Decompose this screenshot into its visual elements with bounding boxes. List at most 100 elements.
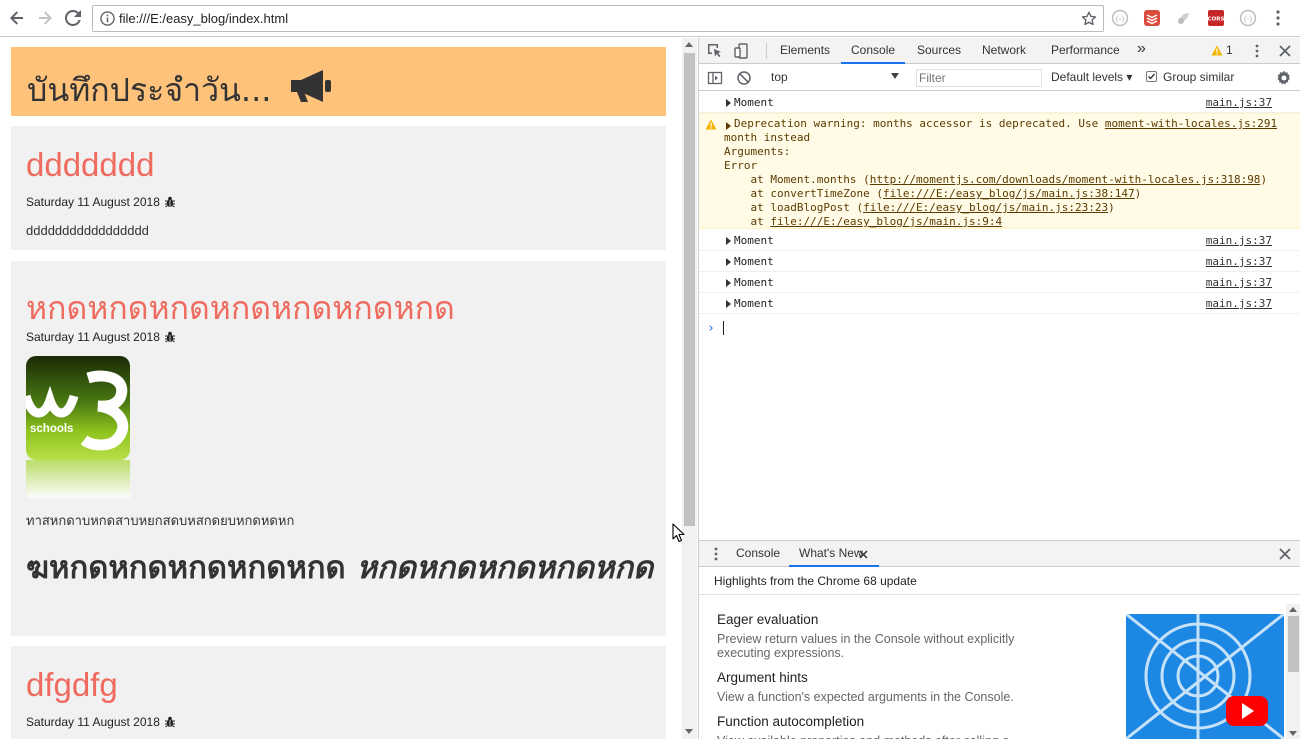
post-heading-italic: หกดหกดหกดหกดหกด	[356, 550, 654, 586]
reload-button[interactable]	[62, 7, 84, 29]
drawer-scrollbar[interactable]	[1286, 604, 1300, 739]
bug-icon	[164, 196, 175, 208]
svg-text:CORS: CORS	[1208, 17, 1225, 23]
stack-link[interactable]: http://momentjs.com/downloads/moment-wit…	[870, 173, 1261, 186]
drawer-tab-console[interactable]: Console	[736, 541, 780, 567]
stack-link[interactable]: file:///E:/easy_blog/js/main.js:23:23	[863, 201, 1108, 214]
warning-counter[interactable]: 1	[1211, 43, 1233, 57]
chevron-down-icon[interactable]	[891, 73, 899, 79]
source-link[interactable]: main.js:37	[1206, 234, 1272, 247]
expand-triangle-icon[interactable]	[726, 122, 731, 130]
source-link[interactable]: main.js:37	[1206, 255, 1272, 268]
more-tabs-button[interactable]: »	[1137, 36, 1146, 62]
expand-triangle-icon[interactable]	[726, 258, 731, 266]
tab-console[interactable]: Console	[841, 38, 906, 64]
todoist-extension-icon[interactable]	[1143, 9, 1161, 27]
video-thumbnail[interactable]	[1126, 614, 1284, 739]
source-link[interactable]: main.js:37	[1206, 96, 1272, 109]
close-tab-icon[interactable]	[859, 550, 868, 559]
close-icon[interactable]	[1277, 546, 1293, 562]
console-message[interactable]: Moment main.js:37	[699, 293, 1300, 314]
feature-title[interactable]: Eager evaluation	[717, 612, 818, 627]
post-date: Saturday 11 August 2018	[26, 330, 176, 344]
console-message[interactable]: Moment main.js:37	[699, 251, 1300, 272]
tab-network[interactable]: Network	[982, 38, 1026, 64]
divider	[699, 594, 1300, 595]
stack-link[interactable]: file:///E:/easy_blog/js/main.js:38:147	[883, 187, 1135, 200]
address-bar[interactable]: file:///E:/easy_blog/index.html	[92, 5, 1104, 32]
feature-title[interactable]: Argument hints	[717, 670, 808, 685]
tab-performance[interactable]: Performance	[1051, 38, 1120, 64]
blog-title: บันทึกประจำวัน...	[27, 71, 272, 109]
console-input-caret[interactable]	[723, 321, 724, 335]
bullhorn-icon	[291, 70, 331, 102]
scroll-up-arrow-icon[interactable]	[685, 42, 693, 47]
youtube-play-icon	[1226, 696, 1268, 726]
scroll-up-arrow-icon[interactable]	[1289, 607, 1297, 612]
group-similar-checkbox[interactable]	[1146, 71, 1157, 82]
extension-icon[interactable]: (-)	[1111, 9, 1129, 27]
bookmark-star-icon[interactable]	[1080, 10, 1098, 28]
stack-link[interactable]: file:///E:/easy_blog/js/main.js:9:4	[770, 215, 1002, 228]
scroll-down-arrow-icon[interactable]	[685, 729, 693, 734]
back-button[interactable]	[6, 7, 28, 29]
console-message-text: Moment	[734, 276, 774, 289]
url-text[interactable]: file:///E:/easy_blog/index.html	[119, 11, 288, 26]
kebab-menu-icon[interactable]	[708, 546, 724, 562]
scroll-down-arrow-icon[interactable]	[1289, 731, 1297, 736]
kebab-menu-icon[interactable]	[1270, 9, 1286, 27]
clear-console-icon[interactable]	[736, 70, 752, 86]
gear-icon[interactable]	[1276, 70, 1292, 86]
stack-frame-text: at convertTimeZone (	[724, 187, 883, 200]
stack-frame-text: at	[724, 215, 771, 228]
expand-triangle-icon[interactable]	[726, 99, 731, 107]
svg-text:(-): (-)	[1115, 15, 1124, 24]
context-select[interactable]: top	[771, 70, 905, 84]
source-link[interactable]: moment-with-locales.js:291	[1105, 117, 1277, 130]
post-title[interactable]: ddddddd	[26, 146, 154, 184]
page-scrollbar[interactable]	[682, 38, 697, 739]
expand-triangle-icon[interactable]	[726, 237, 731, 245]
expand-triangle-icon[interactable]	[726, 300, 731, 308]
post-heading-bold: ฆหกดหกดหกดหกดหกด	[26, 550, 346, 586]
console-prompt-icon: ›	[707, 321, 715, 336]
post-title[interactable]: หกดหกดหกดหกดหกดหกดหกด	[26, 283, 455, 334]
filter-input[interactable]	[916, 69, 1042, 87]
drawer-scrollbar-thumb[interactable]	[1288, 616, 1299, 672]
tab-elements[interactable]: Elements	[780, 38, 830, 64]
bug-icon	[164, 331, 175, 343]
console-message[interactable]: Moment main.js:37	[699, 272, 1300, 293]
feature-title[interactable]: Function autocompletion	[717, 714, 864, 729]
console-message-text: Moment	[734, 96, 774, 109]
warning-count: 1	[1226, 43, 1233, 57]
close-icon[interactable]	[1277, 43, 1293, 59]
console-warning[interactable]: Deprecation warning: months accessor is …	[699, 113, 1300, 229]
console-message-text: Moment	[734, 297, 774, 310]
log-levels-dropdown[interactable]: Default levels ▾	[1051, 70, 1132, 84]
inspect-element-icon[interactable]	[707, 43, 723, 59]
extension-icon[interactable]	[1175, 9, 1193, 27]
group-similar-label: Group similar	[1163, 70, 1235, 84]
extension-icon[interactable]: (·)	[1239, 9, 1257, 27]
forward-button[interactable]	[34, 7, 56, 29]
browser-toolbar: file:///E:/easy_blog/index.html (-) CORS…	[0, 0, 1300, 37]
console-message[interactable]: Moment main.js:37	[699, 230, 1300, 251]
warning-text: Deprecation warning: months accessor is …	[734, 117, 1105, 130]
device-toolbar-icon[interactable]	[734, 43, 750, 59]
sidebar-toggle-icon[interactable]	[707, 70, 723, 86]
cors-extension-icon[interactable]: CORS	[1207, 9, 1225, 27]
source-link[interactable]: main.js:37	[1206, 297, 1272, 310]
tab-sources[interactable]: Sources	[917, 38, 961, 64]
kebab-menu-icon[interactable]	[1249, 43, 1265, 59]
console-message[interactable]: Moment main.js:37	[699, 92, 1300, 113]
expand-triangle-icon[interactable]	[726, 279, 731, 287]
source-link[interactable]: main.js:37	[1206, 276, 1272, 289]
stack-frame-text: )	[1108, 201, 1115, 214]
info-icon[interactable]	[100, 11, 115, 26]
feature-description: Preview return values in the Console wit…	[717, 632, 1015, 660]
post-title[interactable]: dfgdfg	[26, 666, 118, 704]
drawer-tab-whats-new[interactable]: What's New	[789, 541, 879, 567]
stack-frame-text: at Moment.months (	[724, 173, 870, 186]
devtools-panel: Elements Console Sources Network Perform…	[698, 38, 1300, 739]
page-scrollbar-thumb[interactable]	[684, 53, 695, 526]
